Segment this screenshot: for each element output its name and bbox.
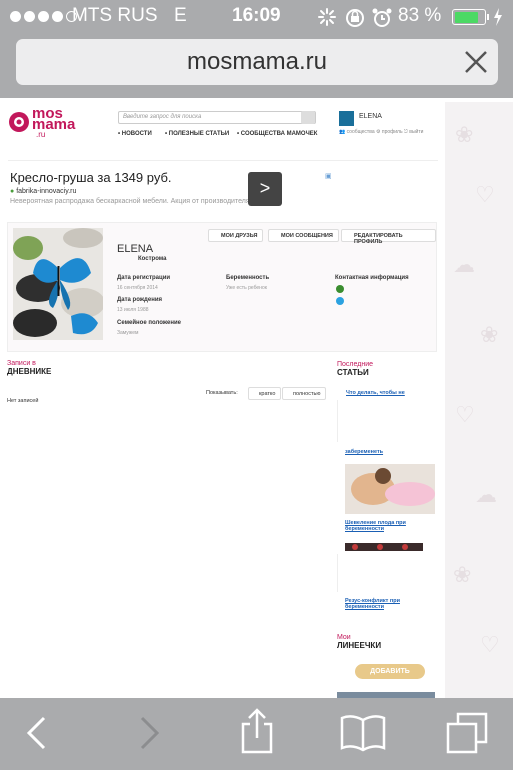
forward-icon[interactable] (140, 716, 160, 750)
full-toggle[interactable]: полностью (282, 387, 327, 400)
brief-toggle[interactable]: кратко (248, 387, 282, 400)
article-thumbnail[interactable] (345, 464, 435, 514)
articles-heading-top: Последние (337, 361, 374, 368)
battery-icon (452, 9, 486, 25)
nav-news[interactable]: • НОВОСТИ (118, 131, 152, 137)
edit-profile-button[interactable]: РЕДАКТИРОВАТЬ ПРОФИЛЬ (341, 229, 436, 245)
ad-domain[interactable]: ● fabrika-innovaciy.ru (10, 188, 330, 195)
site-logo[interactable]: mos mama .ru (8, 106, 78, 140)
reg-date-value: 16 сентября 2014 (117, 285, 158, 291)
close-icon[interactable] (464, 50, 488, 74)
profile-name: ELENA (117, 243, 154, 255)
user-links[interactable]: 👥 сообщества ⚙ профиль ⎋ выйти (339, 129, 423, 135)
ad-block[interactable]: Кресло-груша за 1349 руб. ● fabrika-inno… (10, 170, 332, 220)
pregnancy-label: Беременность (226, 275, 270, 281)
divider (337, 554, 338, 592)
battery-percent: 83 % (398, 5, 442, 26)
my-friends-label: МОИ ДРУЗЬЯ (221, 233, 258, 239)
search-icon[interactable] (301, 111, 315, 124)
bookmarks-icon[interactable] (340, 714, 386, 752)
carrier-name: MTS RUS (72, 5, 158, 26)
user-name[interactable]: ELENA (359, 113, 382, 120)
rotation-lock-icon (346, 9, 364, 27)
family-status-label: Семейное положение (117, 320, 181, 326)
diary-heading: Записи в ДНЕВНИКЕ (7, 360, 51, 376)
pregnancy-value: Уже есть ребенок (226, 285, 267, 291)
user-panel: ELENA 👥 сообщества ⚙ профиль ⎋ выйти (339, 111, 439, 141)
profile-city: Кострома (138, 256, 167, 262)
ad-info-icon[interactable]: ▣ (325, 172, 332, 180)
back-icon[interactable] (26, 716, 46, 750)
share-icon[interactable] (240, 708, 274, 754)
nav-communities[interactable]: • СООБЩЕСТВА МАМОЧЕК (237, 131, 317, 137)
article-thumbnail-2[interactable] (345, 543, 423, 551)
status-bar: MTS RUS E 16:09 83 % (0, 0, 513, 34)
divider (8, 160, 438, 161)
contact-info-label: Контактная информация (335, 275, 409, 281)
activity-spinner-icon (318, 8, 336, 26)
ad-arrow-button[interactable]: > (248, 172, 282, 206)
birth-date-label: Дата рождения (117, 297, 163, 303)
diary-heading-bottom: ДНЕВНИКЕ (7, 367, 52, 376)
family-status-value: Замужем (117, 330, 139, 336)
lines-heading-bottom: ЛИНЕЕЧКИ (337, 641, 382, 650)
ad-domain-text: fabrika-innovaciy.ru (16, 188, 77, 195)
network-type: E (174, 5, 187, 26)
my-messages-label: МОИ СООБЩЕНИЯ (281, 233, 333, 239)
charging-icon (494, 8, 502, 26)
logo-mother-icon (9, 112, 29, 132)
site-search-input[interactable]: Введите запрос для поиска (118, 111, 316, 124)
article-link-2[interactable]: Шевеление плода при беременности (345, 520, 433, 532)
clock: 16:09 (232, 5, 281, 26)
profile-photo[interactable] (13, 228, 103, 340)
article-link-1[interactable]: Что делать, чтобы не (346, 390, 405, 396)
lines-heading: Мои ЛИНЕЕЧКИ (337, 634, 381, 650)
articles-heading-bottom: СТАТЬИ (337, 368, 369, 377)
side-background: ❀ ♡ ☁ ❀ ♡ ☁ ❀ ♡ (445, 102, 513, 698)
reg-date-label: Дата регистрации (117, 275, 171, 281)
browser-toolbar (0, 698, 513, 770)
edit-profile-label: РЕДАКТИРОВАТЬ ПРОФИЛЬ (354, 233, 403, 245)
articles-heading: Последние СТАТЬИ (337, 361, 373, 377)
show-mode-label: Показывать: (206, 390, 238, 396)
signal-icon (10, 11, 77, 22)
skype-icon[interactable] (336, 297, 344, 305)
add-line-button[interactable]: ДОБАВИТЬ ЛИНЕЕЧКУ (355, 664, 425, 690)
lines-heading-top: Мои (337, 634, 351, 641)
diary-heading-top: Записи в (7, 360, 36, 367)
battery-cap (487, 14, 489, 20)
web-page: mos mama .ru Введите запрос для поиска •… (0, 102, 445, 698)
tabs-icon[interactable] (446, 712, 488, 754)
ad-title[interactable]: Кресло-груша за 1349 руб. (10, 170, 330, 185)
nav-articles[interactable]: • ПОЛЕЗНЫЕ СТАТЬИ (165, 131, 229, 137)
ad-description: Невероятная распродажа бескаркасной мебе… (10, 198, 252, 205)
address-bar[interactable]: mosmama.ru (16, 39, 498, 85)
icq-icon[interactable] (336, 285, 344, 293)
butterfly-image (13, 228, 103, 340)
no-entries-text: Нет записей (7, 398, 39, 404)
avatar[interactable] (339, 111, 354, 126)
my-friends-button[interactable]: МОИ ДРУЗЬЯ (208, 229, 264, 242)
search-placeholder: Введите запрос для поиска (123, 114, 202, 120)
logo-text-ru: .ru (36, 130, 46, 139)
article-link-1-cont[interactable]: забеременеть (345, 449, 383, 455)
alarm-icon (372, 8, 392, 27)
article-link-3[interactable]: Резус-конфликт при беременности (345, 598, 433, 610)
address-bar-area: mosmama.ru (0, 34, 513, 98)
birth-date-value: 13 июля 1988 (117, 307, 149, 313)
url-text: mosmama.ru (186, 48, 328, 75)
my-messages-button[interactable]: МОИ СООБЩЕНИЯ (268, 229, 339, 242)
profile-card: МОИ ДРУЗЬЯ МОИ СООБЩЕНИЯ РЕДАКТИРОВАТЬ П… (7, 222, 437, 352)
divider (337, 400, 338, 442)
